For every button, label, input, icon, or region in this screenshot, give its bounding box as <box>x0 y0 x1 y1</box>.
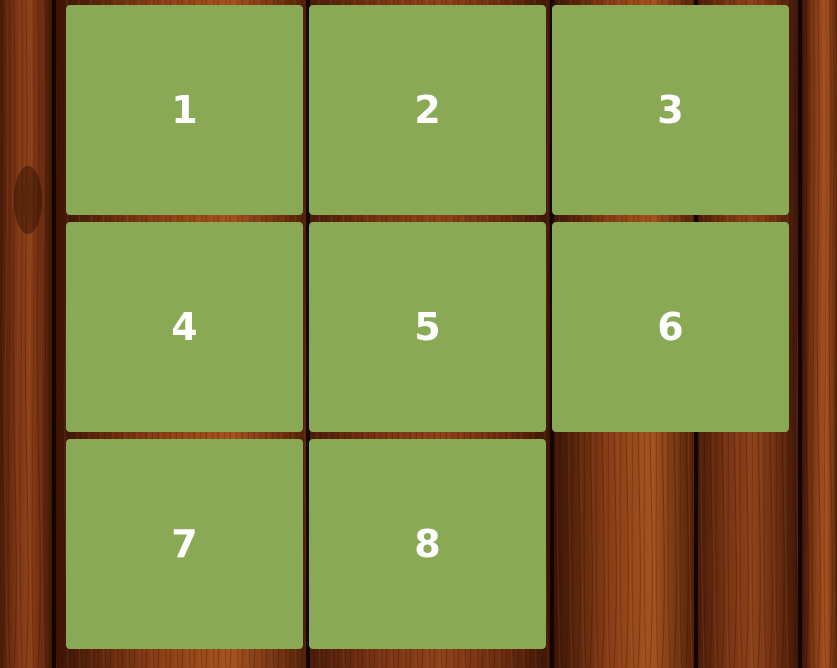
tile-3[interactable]: 3 <box>552 5 789 215</box>
tile-8[interactable]: 8 <box>309 439 546 649</box>
puzzle-board: 1 2 3 4 5 6 7 8 <box>0 0 837 668</box>
tile-number: 2 <box>414 88 441 132</box>
tile-2[interactable]: 2 <box>309 5 546 215</box>
tile-6[interactable]: 6 <box>552 222 789 432</box>
tile-number: 5 <box>414 305 441 349</box>
tile-4[interactable]: 4 <box>66 222 303 432</box>
tile-number: 1 <box>171 88 198 132</box>
tile-7[interactable]: 7 <box>66 439 303 649</box>
tile-1[interactable]: 1 <box>66 5 303 215</box>
tile-number: 6 <box>657 305 684 349</box>
tile-number: 8 <box>414 522 441 566</box>
tile-number: 7 <box>171 522 198 566</box>
empty-slot[interactable] <box>552 439 789 649</box>
tile-number: 3 <box>657 88 684 132</box>
tile-5[interactable]: 5 <box>309 222 546 432</box>
tile-number: 4 <box>171 305 198 349</box>
